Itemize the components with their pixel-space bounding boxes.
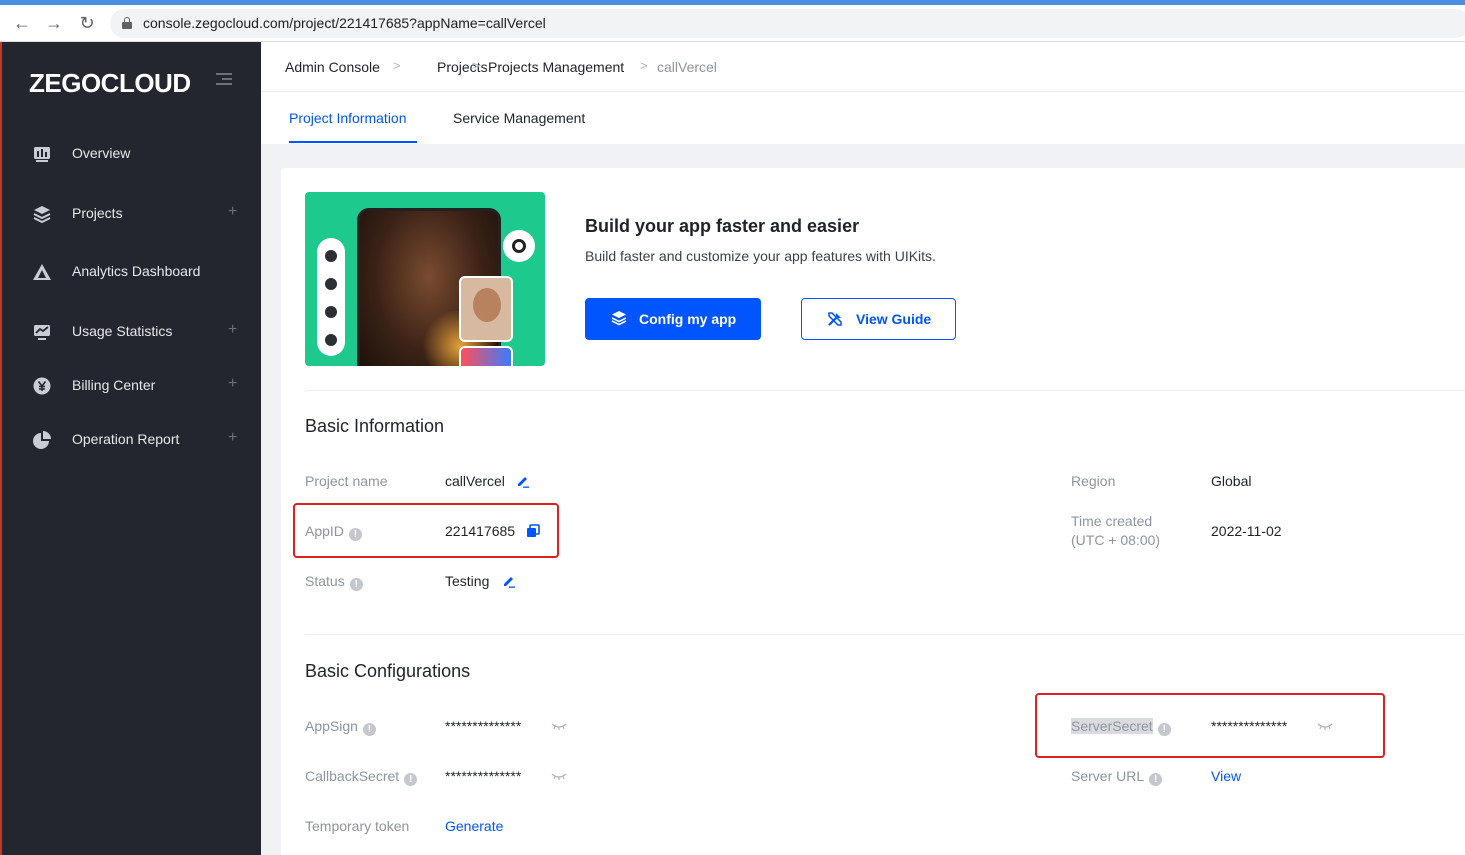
config-my-app-label: Config my app <box>639 311 737 327</box>
callback-secret-value: ************** <box>445 768 522 784</box>
camera-switch-icon <box>503 230 535 262</box>
breadcrumb-separator: > <box>393 58 401 73</box>
breadcrumb-projects[interactable]: Projects <box>437 59 488 75</box>
yen-coin-icon <box>33 377 51 395</box>
expand-plus-icon[interactable]: + <box>228 375 237 393</box>
dashboard-icon <box>34 147 50 162</box>
status-label-text: Status <box>305 573 345 589</box>
sidebar-item-label: Projects <box>72 205 123 221</box>
promo-title: Build your app faster and easier <box>585 216 860 236</box>
eye-closed-icon[interactable] <box>551 772 567 780</box>
generate-token-link[interactable]: Generate <box>445 818 503 834</box>
sidebar-item-label: Analytics Dashboard <box>72 263 201 279</box>
breadcrumb-admin-console[interactable]: Admin Console <box>285 59 380 75</box>
callback-secret-label: CallbackSecret! <box>305 767 418 786</box>
sidebar: ZEGOCLOUD Overview Projects + Analytics … <box>0 42 261 855</box>
uikit-promo-illustration <box>305 192 545 366</box>
edit-status-icon[interactable] <box>502 574 516 588</box>
expand-plus-icon[interactable]: + <box>228 321 237 339</box>
appsign-label-text: AppSign <box>305 718 358 734</box>
sidebar-item-label: Billing Center <box>72 377 156 393</box>
sidebar-item-usage-statistics[interactable]: Usage Statistics + <box>2 312 261 352</box>
view-server-url-link[interactable]: View <box>1211 768 1241 784</box>
layers-icon <box>611 311 627 326</box>
promo-subtitle: Build faster and customize your app feat… <box>585 248 936 264</box>
view-guide-button[interactable]: View Guide <box>801 298 956 340</box>
breadcrumb-separator: > <box>472 58 480 73</box>
project-info-card: Build your app faster and easier Build f… <box>281 168 1465 855</box>
call-toolbar-illustration <box>317 238 345 356</box>
pie-chart-icon <box>33 431 51 449</box>
info-icon[interactable]: ! <box>1149 773 1163 786</box>
url-text[interactable]: console.zegocloud.com/project/221417685?… <box>143 15 546 31</box>
time-created-label: Time created <box>1071 513 1153 529</box>
appid-highlight-box <box>293 503 559 558</box>
section-divider <box>305 634 1465 635</box>
active-tab-indicator <box>289 141 417 143</box>
sidebar-item-label: Usage Statistics <box>72 323 173 339</box>
info-icon[interactable]: ! <box>404 773 418 786</box>
status-value: Testing <box>445 573 490 589</box>
info-icon[interactable]: ! <box>362 723 376 736</box>
zegocloud-logo[interactable]: ZEGOCLOUD <box>29 68 191 99</box>
eye-closed-icon[interactable] <box>551 722 567 730</box>
expand-plus-icon[interactable]: + <box>228 203 237 221</box>
tab-service-management[interactable]: Service Management <box>453 110 585 126</box>
sidebar-item-projects[interactable]: Projects + <box>2 194 261 234</box>
breadcrumb: Admin Console > Projects > Projects Mana… <box>261 42 1465 92</box>
server-url-label: Server URL! <box>1071 767 1163 786</box>
address-bar[interactable]: console.zegocloud.com/project/221417685?… <box>110 9 1465 38</box>
tools-icon <box>828 312 842 326</box>
pip-video-illustration <box>459 276 513 342</box>
appsign-value: ************** <box>445 718 522 734</box>
sidebar-item-label: Overview <box>72 145 131 161</box>
time-created-timezone: (UTC + 08:00) <box>1071 532 1161 548</box>
sidebar-item-analytics-dashboard[interactable]: Analytics Dashboard <box>2 252 261 292</box>
sidebar-item-label: Operation Report <box>72 431 180 447</box>
server-secret-highlight-box <box>1035 693 1385 758</box>
basic-configurations-title: Basic Configurations <box>305 661 471 681</box>
breadcrumb-separator: > <box>640 58 648 73</box>
pip-video-illustration-2 <box>459 346 513 366</box>
callback-secret-label-text: CallbackSecret <box>305 768 400 784</box>
layers-icon <box>33 206 51 224</box>
status-label: Status! <box>305 572 363 591</box>
region-label: Region <box>1071 473 1116 489</box>
view-guide-label: View Guide <box>856 311 932 327</box>
server-url-label-text: Server URL <box>1071 768 1145 784</box>
region-value: Global <box>1211 473 1252 489</box>
monitor-chart-icon <box>34 325 50 340</box>
config-my-app-button[interactable]: Config my app <box>585 298 761 340</box>
triangle-chart-icon <box>33 264 51 280</box>
sidebar-item-operation-report[interactable]: Operation Report + <box>2 420 261 460</box>
project-tabs: Project Information Service Management <box>261 92 1465 144</box>
project-name-label: Project name <box>305 473 388 489</box>
appsign-label: AppSign! <box>305 717 376 736</box>
edit-project-name-icon[interactable] <box>516 474 530 488</box>
collapse-sidebar-icon[interactable] <box>216 72 232 86</box>
forward-icon[interactable]: → <box>42 11 66 35</box>
time-created-value: 2022-11-02 <box>1211 523 1282 539</box>
basic-information-title: Basic Information <box>305 416 445 436</box>
sidebar-item-billing-center[interactable]: Billing Center + <box>2 366 261 406</box>
breadcrumb-projects-management[interactable]: Projects Management <box>488 59 624 75</box>
lock-icon <box>122 17 132 29</box>
project-name-value: callVercel <box>445 473 505 489</box>
reload-icon[interactable]: ↻ <box>75 11 99 35</box>
section-divider <box>305 390 1465 391</box>
info-icon[interactable]: ! <box>349 578 363 591</box>
expand-plus-icon[interactable]: + <box>228 429 237 447</box>
temporary-token-label: Temporary token <box>305 818 410 834</box>
tab-project-information[interactable]: Project Information <box>289 110 407 126</box>
browser-toolbar: ← → ↻ console.zegocloud.com/project/2214… <box>0 5 1465 42</box>
sidebar-item-overview[interactable]: Overview <box>2 134 261 174</box>
back-icon[interactable]: ← <box>10 11 34 35</box>
breadcrumb-current-project: callVercel <box>657 59 717 75</box>
